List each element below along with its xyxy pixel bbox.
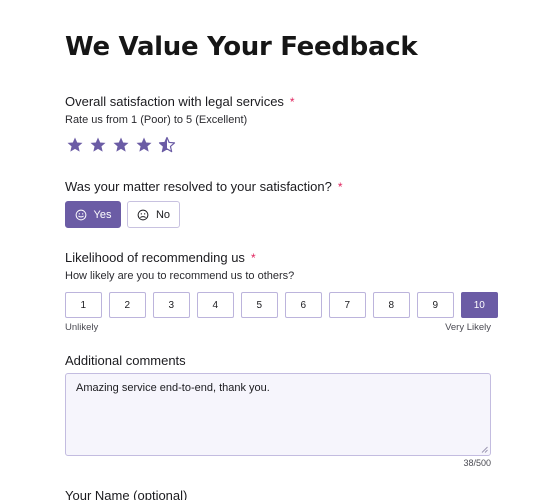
scale-option-3[interactable]: 3 xyxy=(153,292,190,318)
star-rating[interactable] xyxy=(66,136,176,154)
name-label: Your Name (optional) xyxy=(65,488,188,500)
star-icon[interactable] xyxy=(89,136,107,154)
page-title: We Value Your Feedback xyxy=(65,32,418,62)
scale-option-7[interactable]: 7 xyxy=(329,292,366,318)
yes-label: Yes xyxy=(93,208,112,221)
scale-option-8[interactable]: 8 xyxy=(373,292,410,318)
no-label: No xyxy=(155,208,171,221)
scale-option-5[interactable]: 5 xyxy=(241,292,278,318)
resolved-label: Was your matter resolved to your satisfa… xyxy=(65,179,332,194)
recommend-question: Likelihood of recommending us * xyxy=(65,250,256,265)
feedback-form: We Value Your Feedback Overall satisfact… xyxy=(0,0,550,500)
comments-label: Additional comments xyxy=(65,353,186,368)
frown-icon xyxy=(137,209,149,220)
required-mark: * xyxy=(289,95,295,109)
scale-option-9[interactable]: 9 xyxy=(417,292,454,318)
required-mark: * xyxy=(337,180,343,194)
star-icon[interactable] xyxy=(135,136,153,154)
nps-scale: 1 2 3 4 5 6 7 8 9 10 xyxy=(65,292,498,318)
scale-option-10[interactable]: 10 xyxy=(461,292,498,318)
resolved-question: Was your matter resolved to your satisfa… xyxy=(65,179,343,194)
recommend-subtitle: How likely are you to recommend us to ot… xyxy=(65,270,295,282)
no-button[interactable]: No xyxy=(127,201,180,228)
comments-value: Amazing service end-to-end, thank you. xyxy=(76,382,270,394)
resize-grip-icon[interactable] xyxy=(481,446,488,453)
satisfaction-label: Overall satisfaction with legal services xyxy=(65,94,284,109)
required-mark: * xyxy=(250,251,256,265)
recommend-label: Likelihood of recommending us xyxy=(65,250,245,265)
star-icon[interactable] xyxy=(112,136,130,154)
satisfaction-subtitle: Rate us from 1 (Poor) to 5 (Excellent) xyxy=(65,114,248,126)
half-star-icon[interactable] xyxy=(158,136,176,154)
character-counter: 38/500 xyxy=(463,458,491,468)
scale-low-label: Unlikely xyxy=(65,322,99,333)
yes-button[interactable]: Yes xyxy=(65,201,121,228)
satisfaction-question: Overall satisfaction with legal services… xyxy=(65,94,295,109)
scale-option-1[interactable]: 1 xyxy=(65,292,102,318)
scale-high-label: Very Likely xyxy=(445,322,491,333)
scale-option-2[interactable]: 2 xyxy=(109,292,146,318)
scale-option-6[interactable]: 6 xyxy=(285,292,322,318)
star-icon[interactable] xyxy=(66,136,84,154)
smile-icon xyxy=(75,209,86,220)
comments-textarea[interactable]: Amazing service end-to-end, thank you. xyxy=(65,373,491,456)
scale-option-4[interactable]: 4 xyxy=(197,292,234,318)
